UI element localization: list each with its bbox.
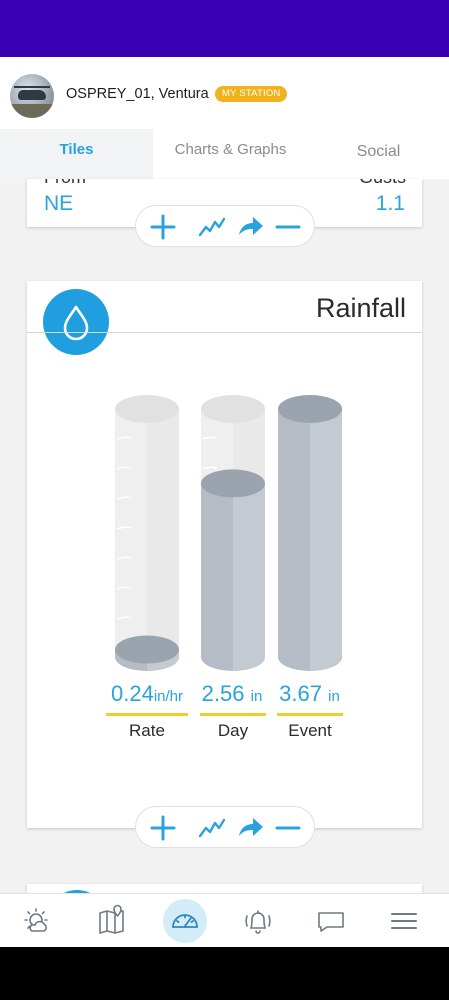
weather-icon[interactable] — [16, 899, 60, 943]
share-icon[interactable] — [236, 213, 264, 241]
wind-gusts-label: Gusts — [359, 179, 406, 188]
share-icon[interactable] — [236, 814, 264, 842]
station-name[interactable]: OSPREY_01, Ventura — [66, 86, 209, 102]
event-value-display: 3.67 in — [272, 681, 347, 707]
tab-bar: Tiles Charts & Graphs Social — [0, 129, 449, 179]
tab-social[interactable]: Social — [308, 131, 449, 181]
map-icon[interactable] — [90, 899, 134, 943]
day-underline — [200, 713, 266, 716]
plus-icon[interactable] — [149, 814, 177, 842]
tab-tiles[interactable]: Tiles — [0, 129, 153, 179]
chart-line-icon[interactable] — [198, 213, 226, 241]
plus-icon[interactable] — [149, 213, 177, 241]
my-station-badge: MY STATION — [215, 86, 288, 102]
rate-fill-top — [115, 635, 179, 664]
wind-gust-value: 1.1 — [375, 192, 405, 215]
event-fill-shade — [310, 409, 342, 671]
rate-tube-top — [115, 395, 179, 423]
minus-icon[interactable] — [274, 213, 302, 241]
day-value-display: 2.56 in — [192, 681, 272, 707]
wind-from-label: From — [44, 179, 86, 188]
menu-icon[interactable] — [382, 899, 426, 943]
status-bar — [0, 0, 449, 57]
event-value: 3.67 — [279, 681, 322, 706]
station-avatar[interactable] — [10, 74, 54, 118]
day-label: Day — [217, 721, 249, 740]
rate-label: Rate — [129, 721, 165, 740]
minus-icon[interactable] — [274, 814, 302, 842]
rate-unit: in/hr — [153, 688, 183, 705]
event-unit: in — [328, 688, 340, 705]
day-value: 2.56 — [201, 681, 245, 706]
tab-charts-graphs[interactable]: Charts & Graphs — [153, 129, 308, 179]
event-fill-top — [278, 395, 342, 423]
bottom-nav — [0, 893, 449, 947]
rate-tube-shade — [147, 409, 179, 657]
wind-card-actions — [135, 205, 315, 247]
wind-direction-value: NE — [44, 192, 74, 215]
day-tube-top — [201, 395, 265, 423]
rate-value: 0.24 — [110, 681, 154, 706]
event-label: Event — [288, 721, 332, 740]
alerts-icon[interactable] — [236, 899, 280, 943]
rate-value-display: 0.24in/hr — [102, 681, 192, 707]
rainfall-card-actions — [135, 806, 315, 848]
station-header: OSPREY_01, Ventura MY STATION — [0, 57, 449, 129]
day-fill-shade — [233, 483, 265, 671]
day-unit: in — [250, 688, 263, 705]
day-fill-top — [201, 469, 265, 498]
event-underline — [277, 713, 343, 716]
chat-icon[interactable] — [309, 899, 353, 943]
rain-gauges — [115, 395, 342, 671]
system-nav-bar — [0, 947, 449, 1000]
rainfall-card: Rainfall 0.24in/hr 2.56 in 3.67 in Rate … — [27, 281, 422, 828]
rate-underline — [106, 713, 188, 716]
dashboard-tab[interactable] — [163, 899, 207, 943]
dashboard-icon — [172, 914, 198, 928]
chart-line-icon[interactable] — [198, 814, 226, 842]
